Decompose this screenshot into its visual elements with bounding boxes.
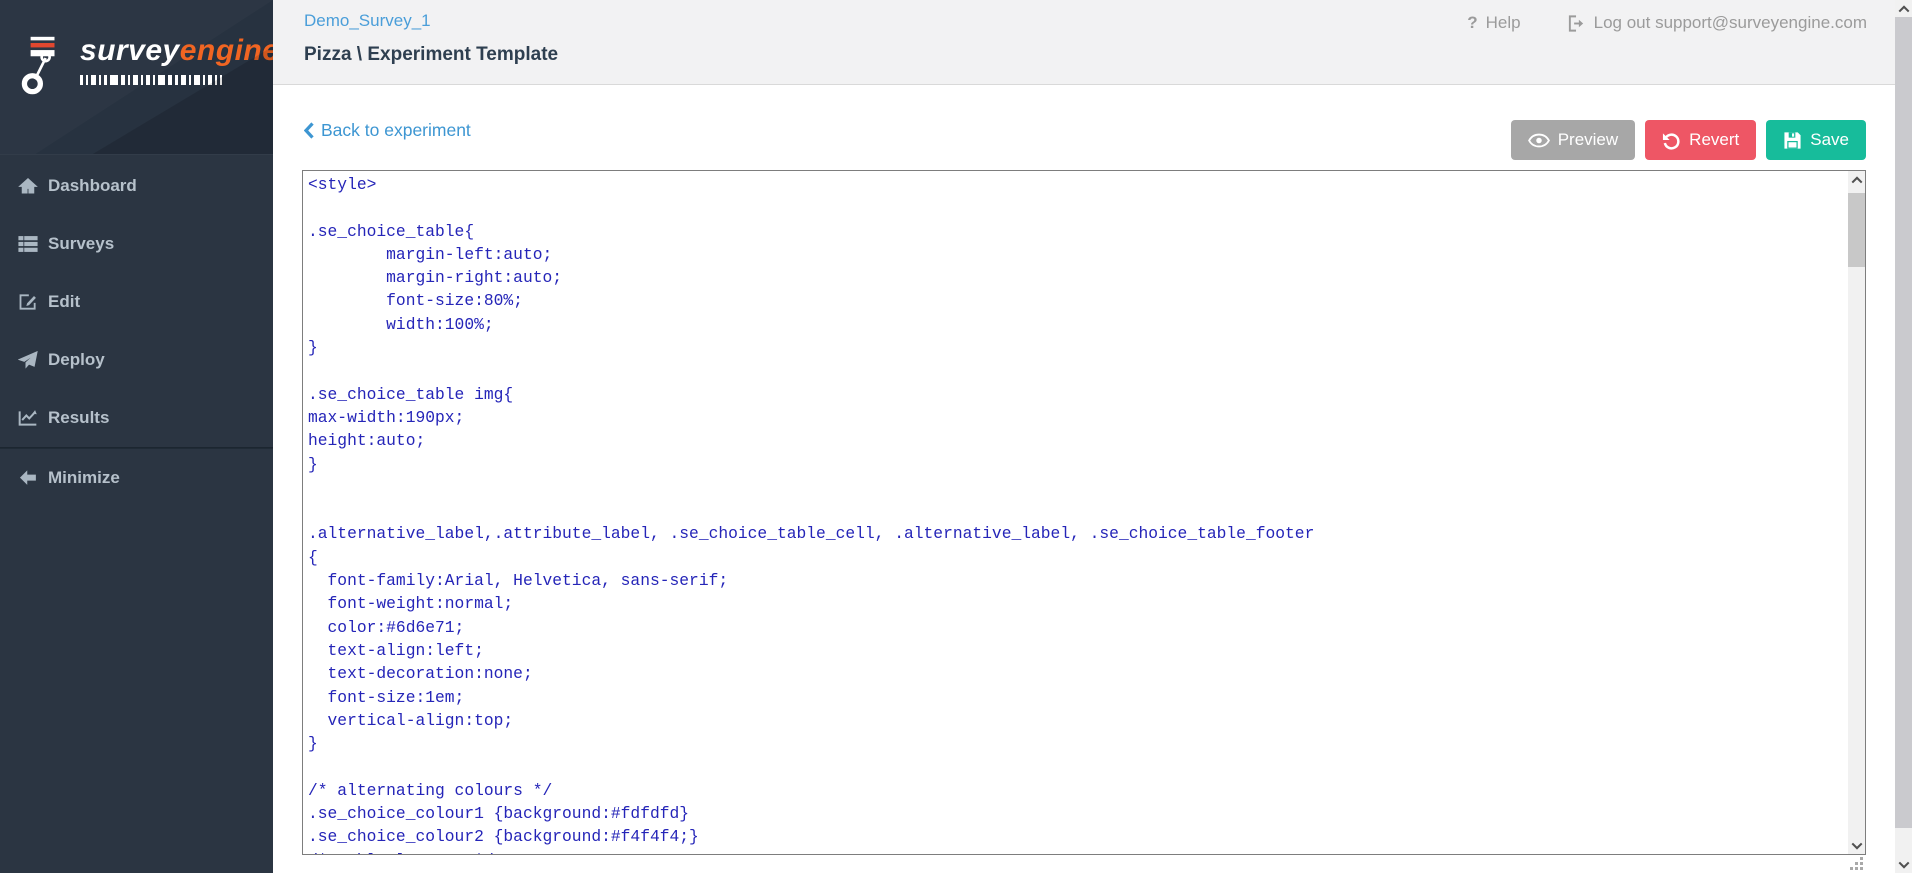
- preview-label: Preview: [1558, 130, 1618, 150]
- list-icon: [17, 234, 39, 254]
- arrow-left-icon: [17, 469, 39, 487]
- sidebar-item-dashboard[interactable]: Dashboard: [0, 157, 273, 215]
- sidebar-item-label: Surveys: [48, 234, 114, 254]
- page-title: Pizza \ Experiment Template: [304, 44, 558, 66]
- preview-button[interactable]: Preview: [1511, 120, 1635, 160]
- sign-out-icon: [1567, 14, 1586, 33]
- question-icon: ?: [1467, 13, 1477, 33]
- page-scroll-down-button[interactable]: [1895, 856, 1912, 873]
- sidebar: surveyengine Dashboard: [0, 0, 273, 873]
- help-label: Help: [1486, 13, 1521, 33]
- revert-label: Revert: [1689, 130, 1739, 150]
- logout-label: Log out support@surveyengine.com: [1594, 13, 1867, 33]
- sidebar-item-label: Edit: [48, 292, 80, 312]
- editor-scrollbar[interactable]: [1848, 171, 1865, 854]
- back-label: Back to experiment: [321, 120, 471, 141]
- scroll-down-button[interactable]: [1848, 837, 1865, 854]
- page-scrollbar[interactable]: [1895, 0, 1912, 873]
- sidebar-item-label: Minimize: [48, 468, 120, 488]
- sidebar-nav: Dashboard Surveys: [0, 157, 273, 507]
- application-window: surveyengine Dashboard: [0, 0, 1912, 873]
- page-scroll-up-button[interactable]: [1895, 0, 1912, 17]
- textarea-resize-grip[interactable]: [1849, 856, 1864, 870]
- template-code-textarea[interactable]: <style> .se_choice_table{ margin-left:au…: [302, 170, 1866, 855]
- undo-icon: [1662, 131, 1681, 150]
- piston-icon: [20, 34, 66, 103]
- scroll-up-button[interactable]: [1848, 171, 1865, 188]
- paper-plane-icon: [17, 350, 39, 370]
- topbar-actions: ? Help Log out support@surveyengine.com: [1467, 0, 1867, 46]
- sidebar-item-results[interactable]: Results: [0, 389, 273, 447]
- save-button[interactable]: Save: [1766, 120, 1866, 160]
- floppy-disk-icon: [1783, 131, 1802, 150]
- sidebar-item-edit[interactable]: Edit: [0, 273, 273, 331]
- page-scrollbar-thumb[interactable]: [1895, 17, 1912, 828]
- revert-button[interactable]: Revert: [1645, 120, 1756, 160]
- save-label: Save: [1810, 130, 1849, 150]
- eye-icon: [1528, 133, 1550, 148]
- sidebar-item-deploy[interactable]: Deploy: [0, 331, 273, 389]
- toolbar-buttons: Preview Revert: [1501, 120, 1866, 160]
- line-chart-icon: [17, 408, 39, 428]
- main-content: Back to experiment Preview: [273, 85, 1895, 873]
- home-icon: [17, 176, 39, 196]
- sidebar-item-label: Dashboard: [48, 176, 137, 196]
- help-link[interactable]: ? Help: [1467, 13, 1520, 33]
- logo-word-survey: survey: [80, 34, 180, 67]
- back-to-experiment-link[interactable]: Back to experiment: [304, 112, 471, 148]
- breadcrumb-survey-link[interactable]: Demo_Survey_1: [304, 11, 431, 31]
- logo-text: surveyengine: [80, 34, 273, 85]
- edit-icon: [17, 292, 39, 312]
- sidebar-item-minimize[interactable]: Minimize: [0, 449, 273, 507]
- logo-word-engine: engine: [180, 34, 273, 67]
- sidebar-item-surveys[interactable]: Surveys: [0, 215, 273, 273]
- scrollbar-thumb[interactable]: [1848, 193, 1865, 267]
- logo[interactable]: surveyengine: [0, 0, 273, 155]
- sidebar-item-label: Results: [48, 408, 109, 428]
- css-code-text: <style> .se_choice_table{ margin-left:au…: [303, 171, 1848, 854]
- sidebar-item-label: Deploy: [48, 350, 105, 370]
- logout-link[interactable]: Log out support@surveyengine.com: [1567, 13, 1867, 33]
- chevron-left-icon: [304, 122, 314, 139]
- top-header: Demo_Survey_1 Pizza \ Experiment Templat…: [273, 0, 1912, 85]
- barcode-graphic: [80, 75, 273, 85]
